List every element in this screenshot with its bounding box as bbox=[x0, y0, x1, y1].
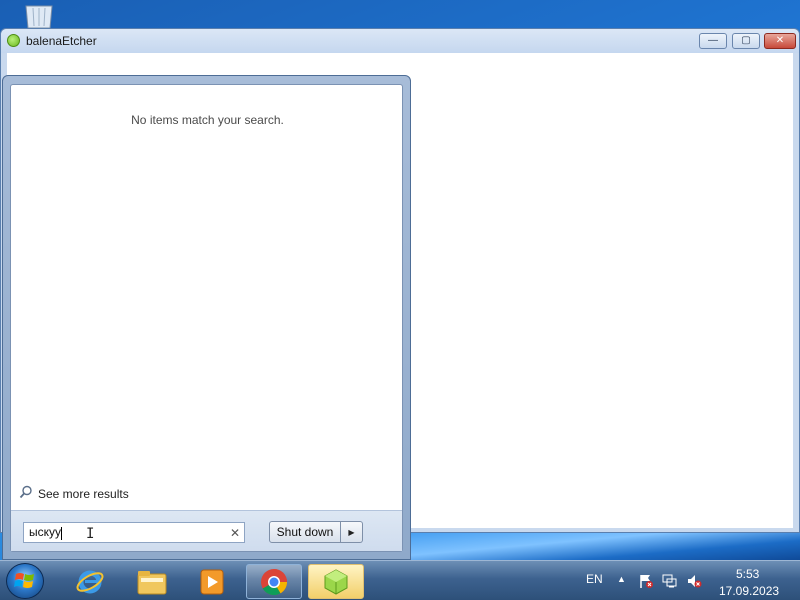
chrome-icon[interactable] bbox=[246, 564, 302, 599]
network-icon[interactable] bbox=[662, 573, 678, 589]
window-titlebar[interactable]: balenaEtcher — ▢ ✕ bbox=[1, 29, 799, 53]
search-input-value: ыскуу bbox=[29, 525, 63, 540]
recycle-bin-icon[interactable] bbox=[22, 4, 56, 29]
window-title: balenaEtcher bbox=[26, 34, 97, 48]
clock-time[interactable]: 5:53 bbox=[736, 567, 759, 581]
no-results-message: No items match your search. bbox=[131, 113, 284, 127]
clear-search-icon[interactable]: ✕ bbox=[226, 526, 244, 540]
balena-etcher-icon[interactable] bbox=[308, 564, 364, 599]
media-player-icon[interactable] bbox=[184, 564, 240, 599]
search-icon bbox=[19, 485, 33, 502]
windows-logo-icon bbox=[14, 573, 34, 588]
shutdown-control: Shut down ▶ bbox=[269, 521, 363, 543]
search-input[interactable]: ыскуу I ✕ bbox=[23, 522, 245, 543]
volume-muted-icon[interactable] bbox=[686, 573, 702, 589]
action-center-flag-icon[interactable] bbox=[638, 573, 654, 589]
internet-explorer-icon[interactable] bbox=[62, 564, 118, 599]
start-button[interactable] bbox=[6, 563, 44, 599]
desktop-wallpaper bbox=[405, 530, 800, 560]
close-button[interactable]: ✕ bbox=[764, 33, 796, 49]
taskbar: EN ▲ 5:53 17.09.2023 bbox=[0, 560, 800, 600]
show-hidden-icons-arrow-icon[interactable]: ▲ bbox=[617, 574, 626, 584]
file-explorer-icon[interactable] bbox=[124, 564, 180, 599]
text-cursor-icon: I bbox=[86, 526, 95, 542]
shutdown-button[interactable]: Shut down bbox=[269, 521, 341, 543]
maximize-button[interactable]: ▢ bbox=[732, 33, 760, 49]
balena-etcher-app-icon bbox=[7, 34, 20, 47]
language-indicator[interactable]: EN bbox=[586, 572, 603, 586]
start-menu: No items match your search. See more res… bbox=[2, 75, 411, 560]
search-results-pane: No items match your search. See more res… bbox=[10, 84, 403, 552]
see-more-results-link[interactable]: See more results bbox=[19, 485, 129, 502]
shutdown-options-arrow-icon[interactable]: ▶ bbox=[341, 521, 363, 543]
clock-date[interactable]: 17.09.2023 bbox=[719, 584, 779, 598]
minimize-button[interactable]: — bbox=[699, 33, 727, 49]
start-menu-bottom-bar: ыскуу I ✕ Shut down ▶ bbox=[11, 510, 402, 551]
see-more-results-label: See more results bbox=[38, 486, 129, 501]
